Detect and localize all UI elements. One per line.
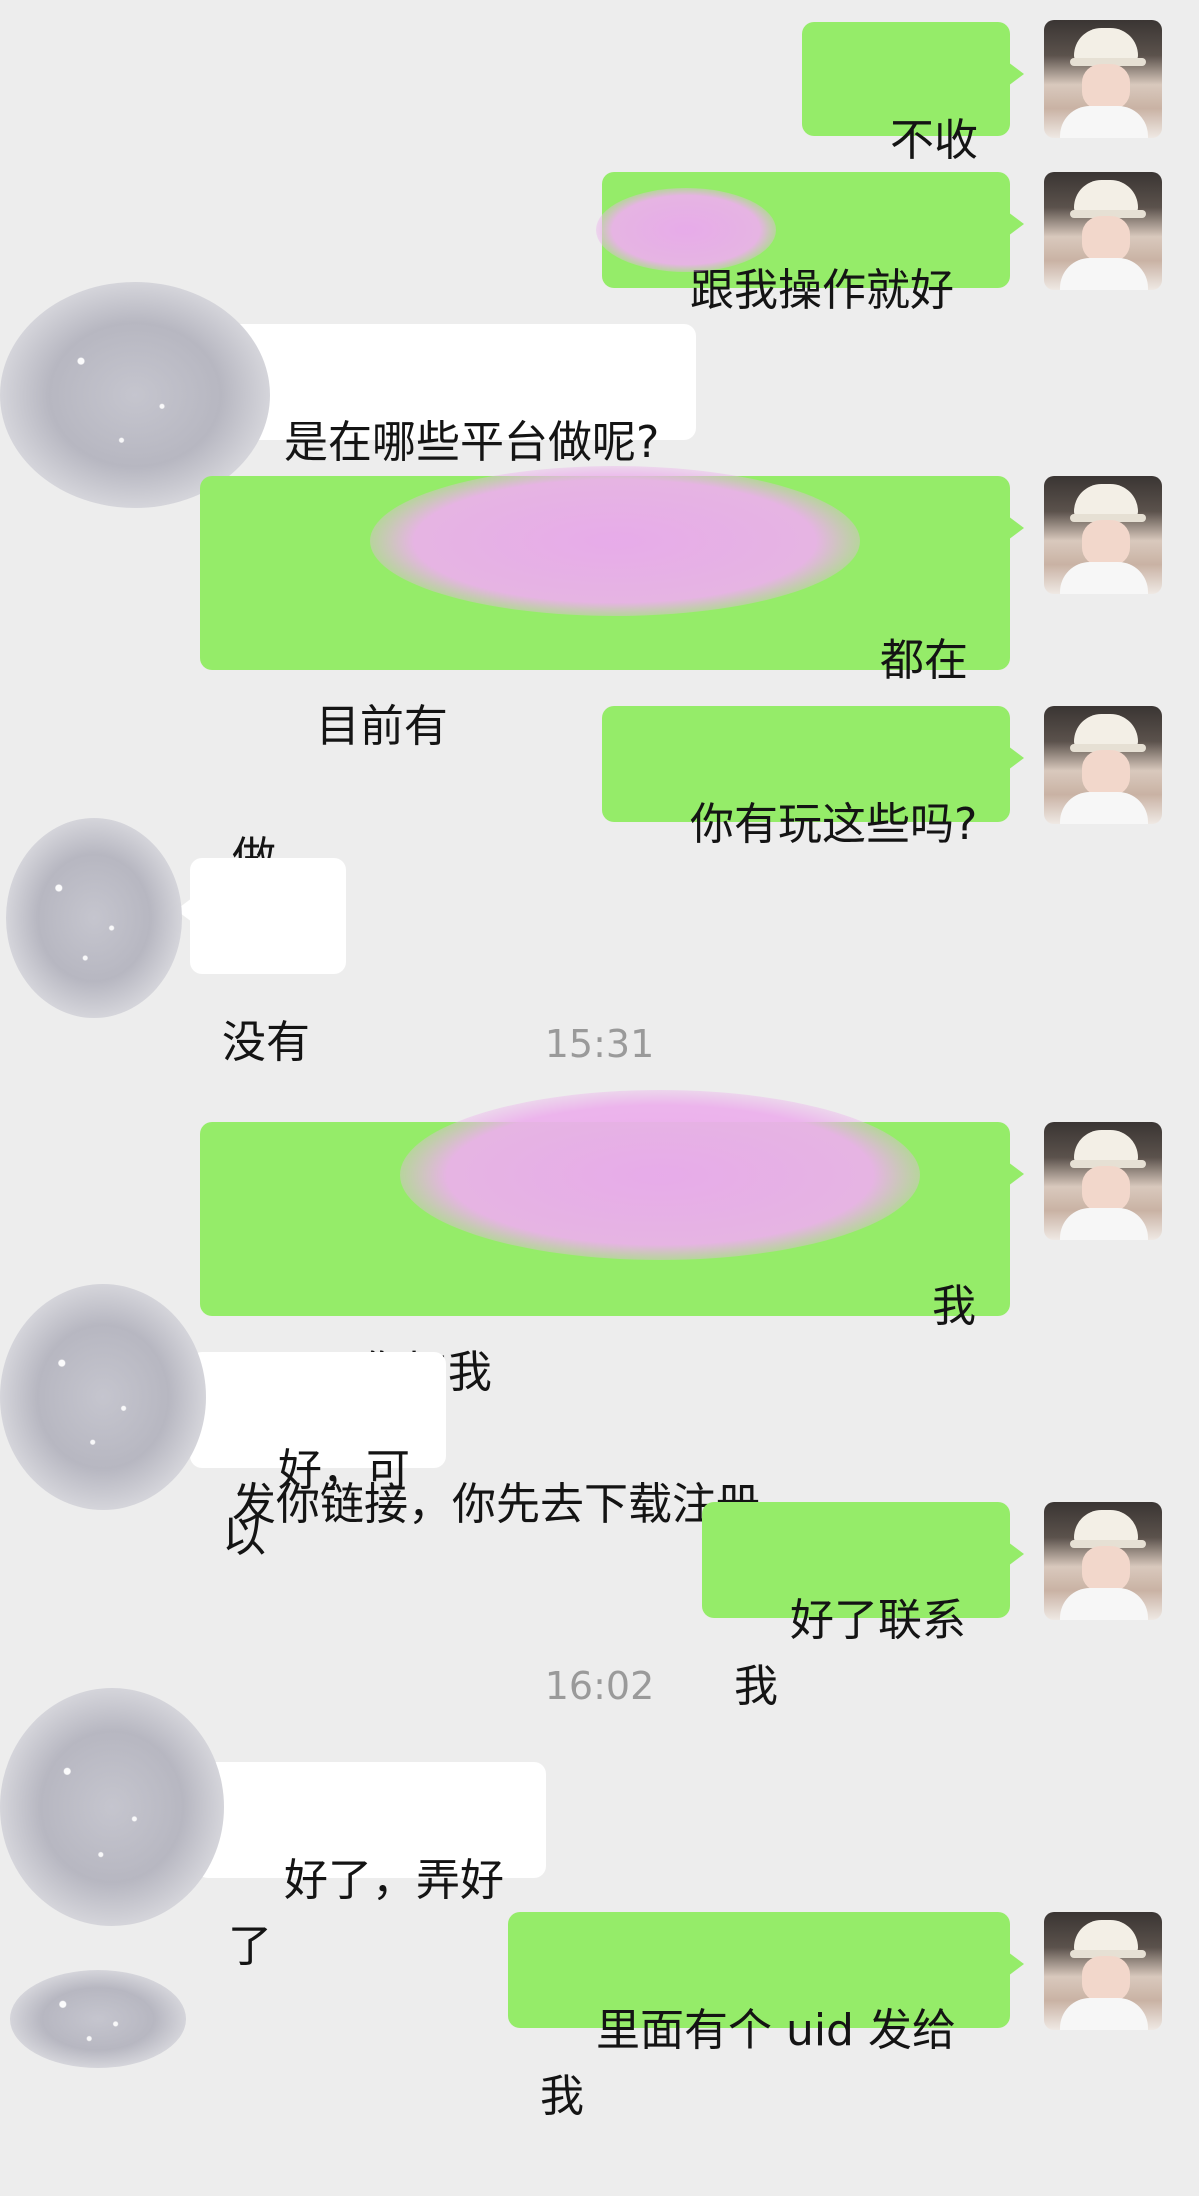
message-bubble-received[interactable]: 是在哪些平台做呢? — [182, 324, 696, 468]
message-text: 你有玩这些吗? — [689, 799, 978, 850]
message-text: 里面有个 uid 发给我 — [540, 2005, 956, 2122]
contact-avatar-blurred[interactable] — [0, 1688, 224, 1926]
contact-avatar-blurred[interactable] — [0, 282, 270, 508]
timestamp: 16:02 — [544, 1664, 655, 1708]
message-bubble-sent[interactable]: 好了联系我 — [702, 1502, 1024, 1712]
my-avatar[interactable] — [1044, 20, 1162, 138]
contact-avatar-blurred[interactable] — [0, 1284, 206, 1510]
my-avatar[interactable] — [1044, 1912, 1162, 2030]
contact-avatar-blurred[interactable] — [6, 818, 182, 1018]
my-avatar[interactable] — [1044, 172, 1162, 290]
message-text: 好了，弄好了 — [228, 1855, 504, 1972]
message-bubble-received[interactable]: 好，可以 — [176, 1352, 446, 1562]
chat-window[interactable]: 不收费 跟我操作就好了 是在哪些平台做呢? 目前有 都在 做 你有玩这些吗? 没… — [0, 0, 1199, 2122]
message-bubble-sent[interactable]: 你有玩这些吗? — [602, 706, 1024, 850]
message-bubble-received[interactable]: 好了，弄好了 — [182, 1762, 546, 1972]
my-avatar[interactable] — [1044, 1502, 1162, 1620]
message-line-1: 目前有 都在 — [232, 628, 978, 752]
message-text: 是在哪些平台做呢? — [283, 417, 660, 468]
my-avatar[interactable] — [1044, 476, 1162, 594]
contact-avatar-blurred[interactable] — [10, 1970, 186, 2068]
timestamp: 15:31 — [544, 1022, 655, 1066]
message-line-1: 那你加我 我 — [232, 1274, 978, 1398]
message-text-end: 我 — [932, 1281, 976, 1332]
message-bubble-sent[interactable]: 不收费 — [802, 22, 1024, 232]
message-bubble-received[interactable]: 没有 — [176, 858, 346, 1068]
my-avatar[interactable] — [1044, 706, 1162, 824]
redaction-blur — [400, 1090, 920, 1260]
message-text-end: 都在 — [880, 635, 968, 686]
message-text-start: 目前有 — [315, 701, 448, 752]
my-avatar[interactable] — [1044, 1122, 1162, 1240]
redaction-blur — [596, 188, 776, 272]
redaction-blur — [370, 466, 860, 616]
message-bubble-sent[interactable]: 里面有个 uid 发给我 — [508, 1912, 1024, 2122]
